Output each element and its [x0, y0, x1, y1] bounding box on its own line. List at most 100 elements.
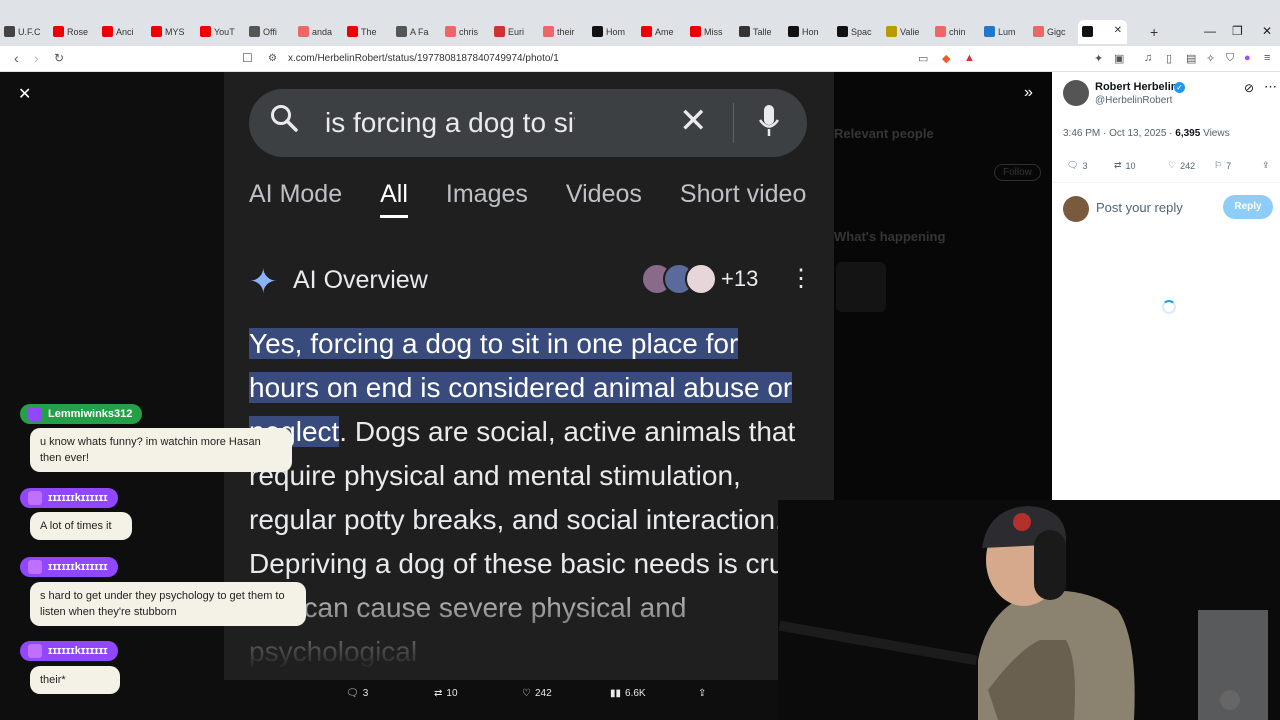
browser-tab-label: Talle	[753, 27, 772, 37]
youtube-icon	[102, 26, 113, 37]
browser-tab[interactable]: ✕	[1078, 20, 1127, 44]
post-views: 6,395	[1175, 128, 1201, 139]
browser-tab[interactable]: Gigc	[1029, 20, 1078, 44]
expand-icon[interactable]: »	[1024, 84, 1033, 102]
repost-action[interactable]: ⇄ 10	[434, 688, 458, 699]
browser-tab[interactable]: Rose	[49, 20, 98, 44]
chat-username[interactable]: ɪɪɪɪɪɪkɪɪɪɪɪɪ	[20, 557, 118, 577]
wikipedia-icon	[396, 26, 407, 37]
back-icon[interactable]: ‹	[14, 50, 19, 66]
browser-tab[interactable]: Miss	[686, 20, 735, 44]
browser-tab[interactable]: Valie	[882, 20, 931, 44]
browser-tab[interactable]: Lum	[980, 20, 1029, 44]
leo-icon[interactable]: ✧	[1206, 52, 1215, 65]
browser-tab[interactable]: their	[539, 20, 588, 44]
browser-tab[interactable]: A Fa	[392, 20, 441, 44]
google-tab: All	[380, 180, 408, 218]
youtube-icon	[347, 26, 358, 37]
browser-tab[interactable]: Spac	[833, 20, 882, 44]
browser-tab[interactable]: Hom	[588, 20, 637, 44]
reply-stat[interactable]: 🗨︎ 3	[1067, 160, 1087, 171]
youtube-icon	[690, 26, 701, 37]
chat-username[interactable]: ɪɪɪɪɪɪkɪɪɪɪɪɪ	[20, 488, 118, 508]
more-icon[interactable]: ⋯	[1264, 79, 1277, 95]
reply-button[interactable]: Reply	[1223, 195, 1273, 219]
repost-count: 10	[446, 688, 458, 699]
share-action[interactable]: ⇪	[698, 688, 706, 699]
verified-badge-icon: ✓	[1174, 82, 1185, 93]
chat-message: u know whats funny? im watchin more Hasa…	[30, 428, 292, 472]
close-tab-icon[interactable]: ✕	[1114, 25, 1122, 36]
like-action[interactable]: ♡ 242	[522, 688, 552, 699]
views-count: 6.6K	[625, 688, 646, 699]
chat-username[interactable]: ɪɪɪɪɪɪkɪɪɪɪɪɪ	[20, 641, 118, 661]
browser-tab[interactable]: Ame	[637, 20, 686, 44]
search-divider	[733, 103, 734, 143]
new-tab-button[interactable]: +	[1150, 24, 1158, 40]
share-stat[interactable]: ⇪	[1262, 160, 1270, 171]
close-window-button[interactable]: ✕	[1262, 24, 1272, 38]
microphone-icon	[757, 103, 781, 139]
vpn-icon[interactable]: ⛉	[1226, 52, 1234, 65]
minimize-button[interactable]: —	[1204, 24, 1216, 38]
browser-tab[interactable]: Hon	[784, 20, 833, 44]
like-stat-count: 242	[1180, 160, 1196, 171]
post-time[interactable]: 3:46 PM · Oct 13, 2025 ·	[1063, 128, 1175, 139]
grok-icon[interactable]: ⊘	[1244, 81, 1254, 95]
reply-input[interactable]: Post your reply	[1096, 200, 1183, 215]
sidebar-icon[interactable]: ▯	[1166, 52, 1172, 65]
close-icon[interactable]: ✕	[18, 84, 31, 104]
media-icon[interactable]: ♫	[1144, 52, 1152, 64]
browser-tab-label: Gigc	[1047, 27, 1066, 37]
browser-tab-label: A Fa	[410, 27, 429, 37]
browser-tab-label: U.F.C	[18, 27, 41, 37]
wallet-icon[interactable]: ▤	[1186, 52, 1196, 65]
loading-spinner-icon	[1162, 300, 1176, 314]
post-photo[interactable]: is forcing a dog to sit in o ✕ AI Mode Al…	[224, 72, 834, 680]
bookmark-stat[interactable]: ⚐ 7	[1214, 160, 1231, 171]
author-handle[interactable]: @HerbelinRobert	[1095, 95, 1172, 106]
google-tab: AI Mode	[249, 180, 343, 208]
browser-tab[interactable]: anda	[294, 20, 343, 44]
screenshot-icon[interactable]: ▣	[1114, 52, 1124, 65]
browser-tab[interactable]: MYS	[147, 20, 196, 44]
chat-username[interactable]: Lemmiwinks312	[20, 404, 143, 424]
user-avatar	[1063, 196, 1089, 222]
bookmark-icon[interactable]: ☐	[242, 51, 253, 65]
browser-tab[interactable]: Talle	[735, 20, 784, 44]
browser-tab-label: MYS	[165, 27, 185, 37]
like-stat[interactable]: ♡ 242	[1168, 160, 1195, 171]
reload-icon[interactable]: ↻	[54, 51, 64, 65]
source-count: +13	[721, 266, 759, 291]
heart-icon: ♡	[1168, 160, 1177, 170]
browser-tab[interactable]: YouT	[196, 20, 245, 44]
fade-overlay	[224, 572, 834, 680]
author-name[interactable]: Robert Herbelin	[1095, 81, 1178, 93]
brave-rewards-icon[interactable]: ▲	[964, 52, 975, 64]
brave-shield-icon[interactable]: ◆	[942, 52, 950, 65]
site-info-icon[interactable]: ⚙	[268, 53, 277, 64]
browser-tab-label: Ame	[655, 27, 674, 37]
cast-icon[interactable]: ▭	[918, 52, 928, 65]
profile-icon[interactable]: ●	[1244, 52, 1251, 64]
restore-button[interactable]: ❐	[1232, 24, 1243, 38]
views-label: Views	[1200, 128, 1230, 139]
forward-icon[interactable]: ›	[34, 50, 39, 66]
reply-action[interactable]: 🗨︎ 3	[346, 688, 368, 699]
views-action[interactable]: ▮▮ 6.6K	[610, 688, 646, 699]
browser-tab[interactable]: U.F.C	[0, 20, 49, 44]
browser-tab[interactable]: Anci	[98, 20, 147, 44]
browser-tab[interactable]: The	[343, 20, 392, 44]
url-field[interactable]: x.com/HerbelinRobert/status/197780818784…	[288, 53, 559, 64]
extensions-icon[interactable]: ✦	[1094, 52, 1103, 65]
repost-stat[interactable]: ⇄ 10	[1114, 160, 1136, 171]
browser-tab-label: Anci	[116, 27, 134, 37]
author-avatar[interactable]	[1063, 80, 1089, 106]
browser-tab[interactable]: chin	[931, 20, 980, 44]
browser-tab[interactable]: Euri	[490, 20, 539, 44]
browser-tab[interactable]: chris	[441, 20, 490, 44]
chat-badge-icon	[28, 491, 42, 505]
browser-tab[interactable]: Offi	[245, 20, 294, 44]
dot-icon	[592, 26, 603, 37]
menu-icon[interactable]: ≡	[1264, 52, 1270, 64]
